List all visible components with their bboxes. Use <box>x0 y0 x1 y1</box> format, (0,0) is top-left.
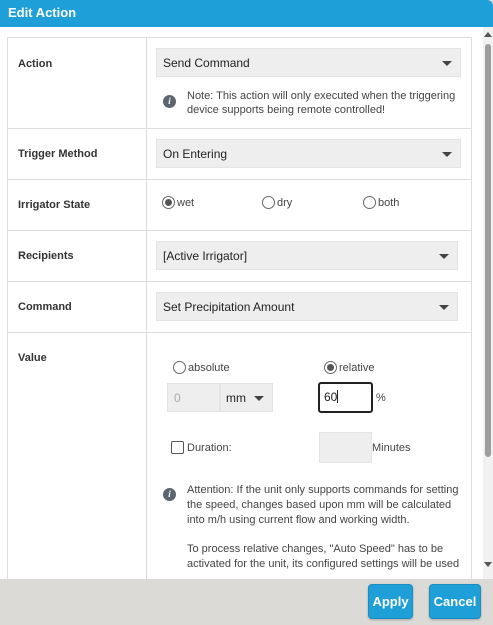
action-form: Action Send Command i Note: This action … <box>7 37 472 579</box>
trigger-method-value: On Entering <box>163 147 228 161</box>
scroll-thumb[interactable] <box>485 44 491 457</box>
unit-select[interactable]: mm <box>220 383 273 412</box>
action-note: Note: This action will only executed whe… <box>187 90 456 116</box>
dialog-titlebar: Edit Action <box>0 0 493 27</box>
irrigator-state-row: Irrigator State wet dry both <box>8 180 471 231</box>
info-icon: i <box>163 488 176 501</box>
radio-absolute[interactable]: absolute <box>173 361 230 374</box>
attention-text: Attention: If the unit only supports com… <box>187 484 459 526</box>
dialog-footer: Apply Cancel <box>0 579 493 625</box>
chevron-down-icon <box>439 254 449 259</box>
chevron-down-icon <box>442 152 452 157</box>
command-row: Command Set Precipitation Amount <box>8 282 471 333</box>
relative-unit-label: % <box>376 392 386 404</box>
radio-absolute-label: absolute <box>188 362 230 374</box>
command-value: Set Precipitation Amount <box>163 300 295 314</box>
cancel-button[interactable]: Cancel <box>429 584 481 619</box>
action-label: Action <box>8 38 147 128</box>
scroll-down-icon[interactable] <box>484 562 492 567</box>
trigger-method-select[interactable]: On Entering <box>156 139 461 168</box>
chevron-down-icon <box>442 61 452 66</box>
info-icon: i <box>163 95 176 108</box>
duration-checkbox[interactable] <box>171 441 184 454</box>
radio-both-label: both <box>378 197 400 209</box>
recipients-value: [Active Irrigator] <box>163 249 248 263</box>
dialog-content: Action Send Command i Note: This action … <box>0 27 493 579</box>
text-cursor <box>337 390 339 403</box>
irrigator-state-label: Irrigator State <box>8 180 147 230</box>
radio-dry-indicator[interactable] <box>262 196 275 209</box>
radio-both[interactable]: both <box>363 196 399 209</box>
action-row: Action Send Command i Note: This action … <box>8 38 471 129</box>
vertical-scrollbar[interactable] <box>483 27 493 579</box>
relative-value-input[interactable]: 60 <box>318 382 373 413</box>
radio-relative-label: relative <box>339 362 375 374</box>
radio-relative-indicator[interactable] <box>324 361 337 374</box>
attention-text-2: To process relative changes, "Auto Speed… <box>187 543 460 570</box>
recipients-label: Recipients <box>8 231 147 281</box>
duration-input[interactable] <box>319 432 372 463</box>
radio-wet-label: wet <box>177 197 195 209</box>
value-label: Value <box>8 333 147 579</box>
radio-dry[interactable]: dry <box>262 196 292 209</box>
duration-unit-label: Minutes <box>372 442 411 454</box>
dialog-title: Edit Action <box>8 5 77 20</box>
radio-wet-indicator[interactable] <box>162 196 175 209</box>
chevron-down-icon <box>439 305 449 310</box>
action-select[interactable]: Send Command <box>156 48 461 77</box>
chevron-down-icon <box>254 396 264 401</box>
radio-relative[interactable]: relative <box>324 361 374 374</box>
radio-dry-label: dry <box>277 197 293 209</box>
action-select-value: Send Command <box>163 56 250 70</box>
command-select[interactable]: Set Precipitation Amount <box>156 292 458 321</box>
value-row: Value absolute relative 0 mm 60 % Durati… <box>8 333 471 579</box>
duration-label: Duration: <box>187 442 232 454</box>
command-label: Command <box>8 282 147 332</box>
radio-wet[interactable]: wet <box>162 196 194 209</box>
trigger-method-label: Trigger Method <box>8 129 147 179</box>
scroll-up-icon[interactable] <box>484 32 492 37</box>
absolute-value-input[interactable]: 0 <box>167 383 220 412</box>
radio-both-indicator[interactable] <box>363 196 376 209</box>
recipients-row: Recipients [Active Irrigator] <box>8 231 471 282</box>
trigger-method-row: Trigger Method On Entering <box>8 129 471 180</box>
absolute-value-text: 0 <box>174 391 181 405</box>
relative-value-text: 60 <box>324 390 338 404</box>
radio-absolute-indicator[interactable] <box>173 361 186 374</box>
recipients-select[interactable]: [Active Irrigator] <box>156 241 458 270</box>
apply-button[interactable]: Apply <box>368 584 413 619</box>
unit-select-value: mm <box>226 391 246 405</box>
